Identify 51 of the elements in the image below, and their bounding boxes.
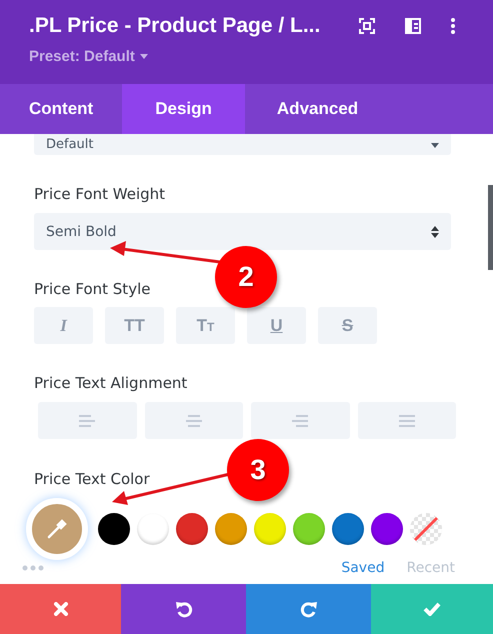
align-center-icon	[186, 414, 202, 426]
color-swatch[interactable]	[371, 513, 403, 545]
align-right-icon	[292, 414, 308, 426]
align-left-button[interactable]	[38, 402, 136, 439]
color-swatch[interactable]	[137, 513, 169, 545]
align-justify-button[interactable]	[358, 402, 456, 439]
focus-icon[interactable]	[359, 18, 375, 34]
more-options-icon[interactable]	[451, 18, 455, 34]
palette-tab[interactable]: Saved	[341, 560, 385, 576]
field-label: Price Font Weight	[34, 185, 166, 203]
window-title: .PL Price - Product Page / L...	[29, 14, 322, 38]
color-swatch[interactable]	[332, 513, 364, 545]
color-swatch[interactable]	[176, 513, 208, 545]
save-button[interactable]	[371, 584, 493, 634]
annotation-marker: 2	[215, 246, 277, 308]
color-swatch[interactable]	[293, 513, 325, 545]
field-label: Price Font Style	[34, 280, 150, 298]
align-right-button[interactable]	[251, 402, 350, 439]
align-left-icon	[79, 414, 96, 426]
strikethrough-button[interactable]: S	[318, 307, 377, 344]
underline-button[interactable]: U	[247, 307, 306, 344]
select-field[interactable]: Default	[34, 134, 451, 155]
caret-icon	[431, 142, 439, 148]
check-icon	[423, 602, 441, 616]
color-swatch[interactable]	[254, 513, 286, 545]
annotation-marker: 3	[227, 439, 289, 501]
caret-icon	[140, 54, 148, 59]
scrollbar[interactable]	[488, 185, 493, 270]
up-down-caret-icon	[431, 226, 439, 238]
cancel-button[interactable]	[0, 584, 121, 634]
tab[interactable]: Design	[122, 84, 245, 134]
more-icon[interactable]	[22, 565, 44, 571]
redo-button[interactable]	[246, 584, 371, 634]
capitalize-button[interactable]: Tt	[176, 307, 235, 344]
color-swatch[interactable]	[98, 513, 130, 545]
undo-icon	[174, 600, 192, 618]
uppercase-button[interactable]: TT	[105, 307, 164, 344]
align-justify-icon	[398, 414, 415, 426]
redo-icon	[300, 600, 318, 618]
select-field[interactable]: Semi Bold	[34, 213, 451, 250]
color-swatch[interactable]	[215, 513, 247, 545]
no-color-swatch[interactable]	[410, 513, 442, 545]
preset-dropdown[interactable]: Preset: Default	[29, 48, 148, 65]
close-icon	[54, 602, 68, 616]
undo-button[interactable]	[121, 584, 246, 634]
align-center-button[interactable]	[144, 402, 243, 439]
field-label: Price Text Color	[34, 470, 150, 488]
italic-button[interactable]: I	[34, 307, 93, 344]
sidebar-layout-icon[interactable]	[405, 18, 421, 34]
eyedropper-icon	[46, 518, 68, 540]
field-label: Price Text Alignment	[34, 374, 188, 392]
